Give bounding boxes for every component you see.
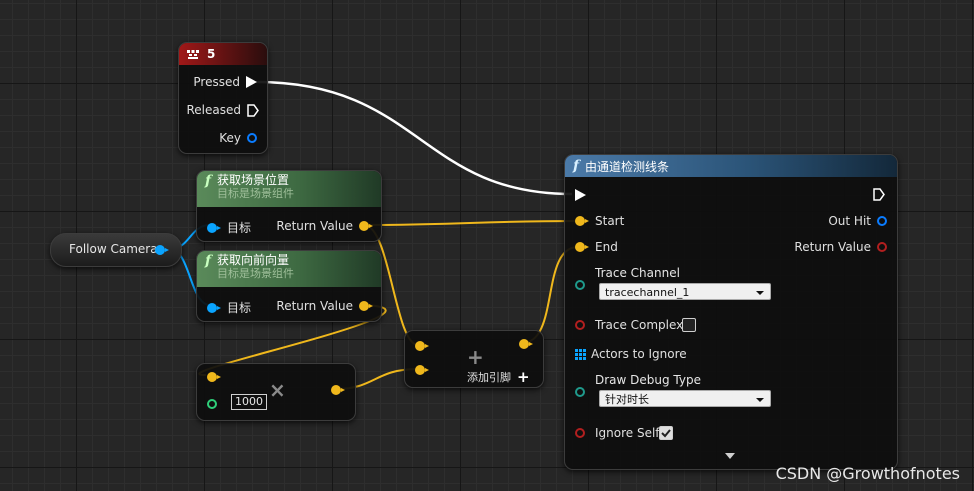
end-vector-pin-icon[interactable] (575, 242, 589, 252)
draw-debug-pin-icon[interactable] (575, 387, 585, 397)
add-input-b-pin-icon[interactable] (415, 365, 429, 375)
pressed-pin-row[interactable]: Pressed (193, 75, 257, 89)
multiply-float-input-pin-icon[interactable] (207, 399, 217, 409)
forward-target-pin-row[interactable]: 目标 (207, 299, 251, 316)
forward-return-label: Return Value (276, 299, 353, 313)
start-pin-row[interactable]: Start (575, 214, 624, 228)
location-to-start-wire (363, 220, 579, 226)
ignore-self-checkbox[interactable] (659, 426, 673, 440)
get-world-location-node[interactable]: f 获取场景位置 目标是场景组件 目标 Return Value (196, 170, 382, 242)
trace-channel-dropdown[interactable]: tracechannel_1 (599, 283, 771, 300)
line-trace-title: 由通道检测线条 (585, 159, 670, 174)
key-label: Key (219, 131, 241, 145)
line-trace-by-channel-node[interactable]: f 由通道检测线条 Start Out Hit End Return Value… (564, 154, 898, 470)
vector-pin-icon[interactable] (359, 221, 373, 231)
key-pin-row[interactable]: Key (219, 131, 257, 145)
actors-to-ignore-pin-row[interactable]: Actors to Ignore (575, 347, 687, 361)
key-node-title: 5 (207, 47, 216, 61)
multiply-value-input[interactable]: 1000 (231, 394, 267, 410)
key-node-header[interactable]: 5 (179, 43, 267, 65)
camera-object-pin-icon[interactable] (155, 245, 169, 255)
keyboard-icon (187, 49, 199, 59)
trace-channel-pin-icon[interactable] (575, 280, 585, 290)
trace-complex-checkbox[interactable] (682, 318, 696, 332)
function-icon: f (205, 173, 212, 189)
out-hit-pin-row[interactable]: Out Hit (828, 214, 887, 228)
ignore-self-pin-icon[interactable] (575, 428, 585, 438)
trace-complex-label: Trace Complex (595, 318, 684, 332)
pressed-label: Pressed (193, 75, 240, 89)
line-trace-header[interactable]: f 由通道检测线条 (565, 155, 897, 177)
exec-input-pin-icon[interactable] (575, 189, 586, 201)
expand-advanced-button[interactable] (725, 453, 737, 461)
trace-complex-pin-icon[interactable] (575, 320, 585, 330)
chevron-down-icon (756, 398, 764, 402)
chevron-down-icon (725, 453, 735, 459)
pressed-exec-pin-icon[interactable] (246, 76, 257, 88)
follow-camera-label: Follow Camera (69, 242, 158, 256)
location-target-label: 目标 (227, 221, 252, 235)
get-forward-subtitle: 目标是场景组件 (217, 267, 295, 280)
add-pin-label: 添加引脚 (467, 371, 511, 384)
add-input-a-pin-icon[interactable] (415, 341, 429, 351)
trace-complex-pin-row[interactable]: Trace Complex (575, 318, 683, 332)
released-label: Released (186, 103, 241, 117)
trace-return-label: Return Value (794, 240, 871, 254)
forward-target-label: 目标 (227, 301, 252, 315)
add-node[interactable]: + 添加引脚 + (404, 330, 544, 388)
multiply-operator-icon: × (269, 378, 286, 402)
chevron-down-icon (756, 291, 764, 295)
multiply-node[interactable]: 1000 × (196, 363, 356, 421)
exec-output-pin-icon[interactable] (873, 188, 885, 201)
end-label: End (595, 240, 618, 254)
key-struct-pin-icon[interactable] (247, 133, 257, 143)
checkmark-icon (661, 429, 671, 438)
trace-channel-value: tracechannel_1 (605, 286, 690, 299)
released-pin-row[interactable]: Released (186, 103, 259, 117)
draw-debug-value: 针对时长 (605, 393, 649, 406)
get-location-subtitle: 目标是场景组件 (217, 187, 295, 200)
add-pin-button[interactable]: 添加引脚 + (467, 368, 530, 386)
function-icon: f (205, 253, 212, 269)
ignore-self-pin-row[interactable]: Ignore Self (575, 426, 660, 440)
multiply-vector-input-pin-icon[interactable] (207, 372, 221, 382)
get-forward-header[interactable]: f 获取向前向量 目标是场景组件 (197, 251, 381, 287)
return-value-pin-row[interactable]: Return Value (794, 240, 887, 254)
function-icon: f (573, 158, 580, 174)
watermark-text: CSDN @Growthofnotes (775, 464, 960, 483)
get-forward-title: 获取向前向量 (217, 253, 290, 267)
plus-icon: + (517, 368, 530, 386)
target-object-pin-icon[interactable] (207, 222, 221, 233)
add-operator-icon: + (467, 345, 484, 369)
location-target-pin-row[interactable]: 目标 (207, 219, 251, 236)
start-label: Start (595, 214, 625, 228)
multiply-value-text: 1000 (235, 395, 263, 408)
out-hit-pin-icon[interactable] (877, 216, 887, 226)
multiply-output-pin-icon[interactable] (331, 385, 345, 395)
ignore-self-label: Ignore Self (595, 426, 660, 440)
return-bool-pin-icon[interactable] (877, 242, 887, 252)
trace-channel-label: Trace Channel (595, 266, 680, 280)
get-location-title: 获取场景位置 (217, 173, 290, 187)
draw-debug-label: Draw Debug Type (595, 373, 701, 387)
start-vector-pin-icon[interactable] (575, 216, 589, 226)
get-forward-vector-node[interactable]: f 获取向前向量 目标是场景组件 目标 Return Value (196, 250, 382, 322)
end-pin-row[interactable]: End (575, 240, 618, 254)
location-return-pin-row[interactable]: Return Value (276, 219, 373, 233)
follow-camera-getter-node[interactable]: Follow Camera (50, 233, 182, 267)
forward-return-pin-row[interactable]: Return Value (276, 299, 373, 313)
key-event-node[interactable]: 5 Pressed Released Key (178, 42, 268, 154)
draw-debug-dropdown[interactable]: 针对时长 (599, 390, 771, 407)
vector-pin-icon[interactable] (359, 301, 373, 311)
location-return-label: Return Value (276, 219, 353, 233)
actors-to-ignore-label: Actors to Ignore (591, 347, 687, 361)
get-location-header[interactable]: f 获取场景位置 目标是场景组件 (197, 171, 381, 207)
target-object-pin-icon[interactable] (207, 302, 221, 313)
released-exec-pin-icon[interactable] (247, 103, 259, 117)
add-output-pin-icon[interactable] (519, 339, 533, 349)
array-pin-icon[interactable] (575, 348, 586, 360)
out-hit-label: Out Hit (828, 214, 871, 228)
